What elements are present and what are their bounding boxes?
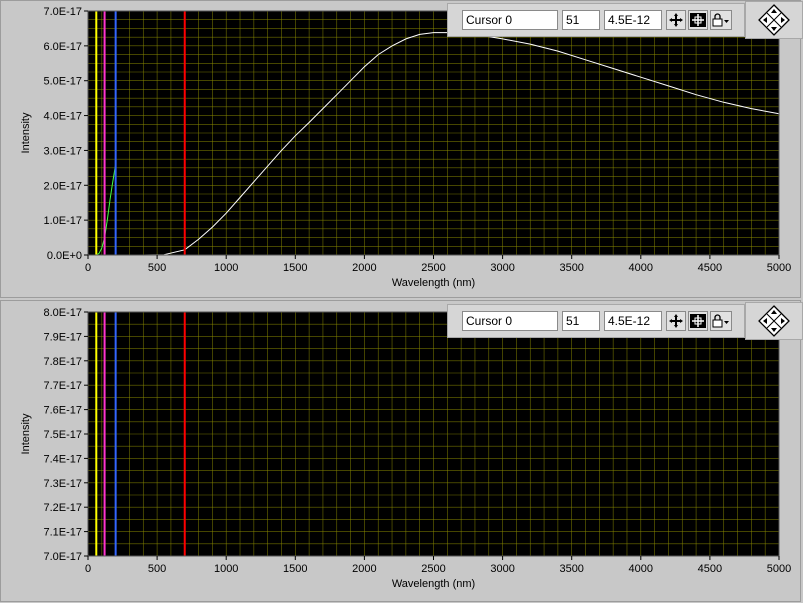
y-tick-label: 6.0E-17 — [43, 41, 82, 53]
x-tick-label: 4500 — [698, 262, 722, 274]
y-axis-label: Intensity — [20, 413, 32, 454]
y-axis-label: Intensity — [20, 112, 32, 153]
intensity-chart-top: 0 500 1000 1500 2000 2500 3000 3500 4000 4500 5000… — [20, 6, 791, 289]
y-tick-label: 7.4E-17 — [43, 453, 82, 465]
x-tick-label: 1000 — [214, 563, 238, 575]
move-cursor-icon[interactable] — [666, 10, 686, 30]
y-tick-label: 8.0E-17 — [43, 307, 82, 319]
x-tick-label: 500 — [148, 262, 166, 274]
cursor-x-field[interactable]: 51 — [562, 311, 600, 331]
x-tick-label: 4000 — [629, 262, 653, 274]
y-tick-label: 7.0E-17 — [43, 6, 82, 18]
y-tick-label: 7.5E-17 — [43, 429, 82, 441]
y-tick-label: 7.2E-17 — [43, 502, 82, 514]
graph-navigation-icon[interactable] — [745, 1, 803, 39]
x-tick-label: 1500 — [283, 262, 307, 274]
x-tick-label: 3000 — [490, 262, 514, 274]
x-tick-label: 3500 — [559, 262, 583, 274]
x-tick-label: 3500 — [559, 563, 583, 575]
y-tick-label: 3.0E-17 — [43, 145, 82, 157]
y-tick-label: 7.7E-17 — [43, 380, 82, 392]
x-axis-label: Wavelength (nm) — [392, 277, 475, 289]
y-tick-label: 7.0E-17 — [43, 551, 82, 563]
x-tick-label: 0 — [85, 563, 91, 575]
y-tick-label: 5.0E-17 — [43, 76, 82, 88]
y-tick-label: 7.3E-17 — [43, 478, 82, 490]
x-tick-label: 0 — [85, 262, 91, 274]
x-tick-label: 4500 — [698, 563, 722, 575]
x-tick-label: 4000 — [629, 563, 653, 575]
cursor-x-field[interactable]: 51 — [562, 10, 600, 30]
y-tick-label: 4.0E-17 — [43, 111, 82, 123]
x-tick-label: 2500 — [421, 262, 445, 274]
y-tick-label: 7.1E-17 — [43, 527, 82, 539]
y-tick-label: 0.0E+0 — [47, 250, 82, 262]
lock-icon[interactable] — [710, 10, 732, 30]
cursor-legend: Cursor 0 51 4.5E-12 — [447, 3, 745, 37]
x-tick-label: 2000 — [352, 262, 376, 274]
cursor-name-field[interactable]: Cursor 0 — [462, 311, 558, 331]
intensity-chart-bottom: 0 500 1000 1500 2000 2500 3000 3500 4000 4500 5000… — [20, 307, 791, 590]
y-tick-label: 1.0E-17 — [43, 215, 82, 227]
graph-navigation-icon[interactable] — [745, 302, 803, 340]
x-tick-label: 3000 — [490, 563, 514, 575]
y-tick-label: 7.9E-17 — [43, 331, 82, 343]
x-tick-label: 2500 — [421, 563, 445, 575]
x-tick-label: 5000 — [767, 262, 791, 274]
y-tick-label: 2.0E-17 — [43, 180, 82, 192]
lock-icon[interactable] — [710, 311, 732, 331]
cursor-style-icon[interactable] — [688, 10, 708, 30]
x-axis-label: Wavelength (nm) — [392, 578, 475, 590]
cursor-style-icon[interactable] — [688, 311, 708, 331]
graph-panel-bottom: 0 500 1000 1500 2000 2500 3000 3500 4000 4500 5000… — [0, 300, 803, 602]
cursor-name-field[interactable]: Cursor 0 — [462, 10, 558, 30]
move-cursor-icon[interactable] — [666, 311, 686, 331]
y-tick-label: 7.6E-17 — [43, 405, 82, 417]
graph-panel-top: 0 500 1000 1500 2000 2500 3000 3500 4000 4500 5000… — [0, 0, 803, 298]
x-tick-label: 1500 — [283, 563, 307, 575]
x-tick-label: 1000 — [214, 262, 238, 274]
x-tick-label: 5000 — [767, 563, 791, 575]
cursor-legend: Cursor 0 51 4.5E-12 — [447, 304, 745, 338]
x-tick-label: 2000 — [352, 563, 376, 575]
x-tick-label: 500 — [148, 563, 166, 575]
y-tick-label: 7.8E-17 — [43, 356, 82, 368]
cursor-y-field[interactable]: 4.5E-12 — [604, 311, 662, 331]
cursor-y-field[interactable]: 4.5E-12 — [604, 10, 662, 30]
